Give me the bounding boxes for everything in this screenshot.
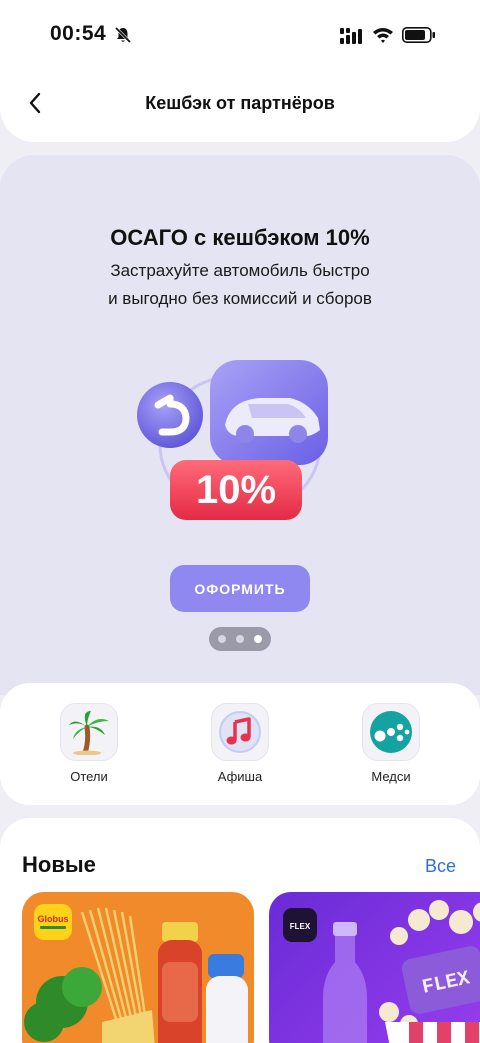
svg-text:Globus: Globus (38, 914, 69, 924)
battery-icon (402, 27, 436, 48)
pager-dot-3[interactable] (254, 635, 262, 643)
popcorn-drink-illustration: FLEX FLEX (283, 900, 480, 1043)
flex-logo-icon: FLEX (283, 908, 317, 942)
svg-text:FLEX: FLEX (290, 922, 311, 931)
promo-title: ОСАГО с кешбэком 10% (110, 225, 370, 250)
wifi-icon (372, 26, 394, 49)
promo-subtitle-line-1: Застрахуйте автомобиль быстро (110, 261, 370, 280)
partner-medsi[interactable]: Медси (331, 703, 451, 784)
partner-label: Отели (70, 769, 108, 784)
section-title: Новые (22, 852, 96, 877)
partner-afisha[interactable]: Афиша (180, 703, 300, 784)
music-note-icon (211, 703, 269, 761)
apply-button[interactable]: ОФОРМИТЬ (170, 565, 310, 612)
partner-label: Афиша (217, 769, 263, 784)
globus-logo-icon: Globus (34, 904, 72, 940)
pager-dot-1[interactable] (218, 635, 226, 643)
see-all-link[interactable]: Все (425, 856, 456, 877)
partner-hotels[interactable]: Отели (29, 703, 149, 784)
medsi-logo-icon (362, 703, 420, 761)
page-header: Кешбэк от партнёров (0, 60, 480, 142)
promo-subtitle-line-2: и выгодно без комиссий и сборов (108, 289, 372, 308)
new-partners-section: Новые Все Globus FLEX FLEX (0, 818, 480, 1043)
pager-dot-2[interactable] (236, 635, 244, 643)
cashback-badge: 10% (196, 468, 276, 512)
grocery-illustration: Globus (24, 904, 248, 1043)
cellular-signal-icon (340, 28, 364, 49)
promo-subtitle: Застрахуйте автомобиль быстро и выгодно … (60, 257, 420, 313)
partners-row: Отели Афиша Медси (0, 683, 480, 805)
bell-muted-icon (114, 26, 132, 49)
partner-label: Медси (371, 769, 411, 784)
page-title: Кешбэк от партнёров (145, 93, 335, 113)
partner-card-globus[interactable]: Globus (22, 892, 254, 1043)
palm-tree-icon (60, 703, 118, 761)
promo-banner[interactable]: ОСАГО с кешбэком 10% Застрахуйте автомоб… (0, 155, 480, 695)
status-time: 00:54 (50, 22, 107, 45)
partner-card-flex[interactable]: FLEX FLEX (269, 892, 480, 1043)
car-cashback-illustration: 10% (130, 360, 350, 535)
carousel-pager[interactable] (209, 627, 271, 651)
